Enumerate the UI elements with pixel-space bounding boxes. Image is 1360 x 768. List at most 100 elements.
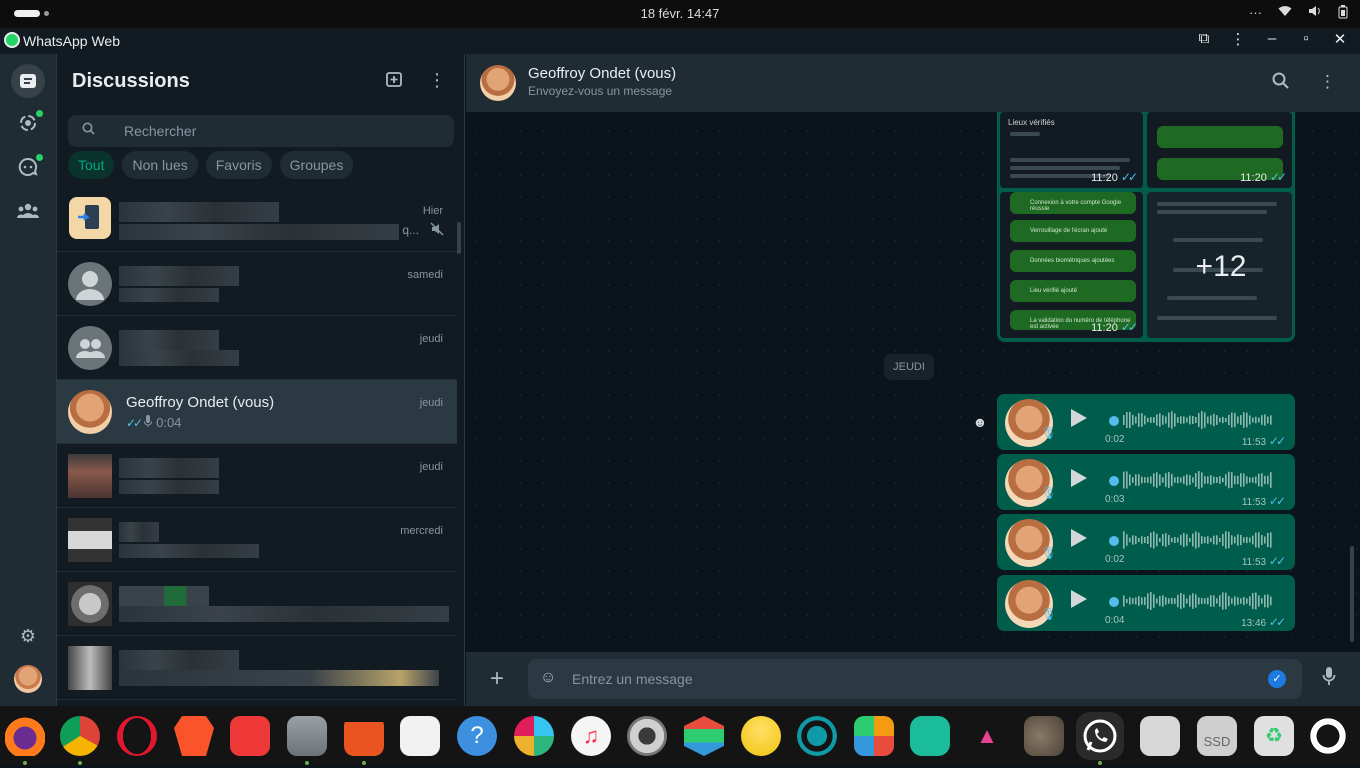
message-composer: + ☺ ✓ [466,652,1360,706]
files-app-icon[interactable] [287,716,327,756]
brave-app-icon[interactable] [174,716,214,756]
system-status-area[interactable]: ··· [1249,5,1348,22]
chat-row-6[interactable]: mercredi [57,508,457,572]
image-album-message[interactable]: Lieux vérifiés 11:20 ✓✓ 11:20 ✓✓ Connexi… [997,112,1295,342]
contact-name[interactable]: Geoffroy Ondet (vous) [528,65,676,82]
window-menu-icon[interactable]: ⋮ [1228,30,1248,48]
search-input[interactable] [124,121,424,141]
minimize-button[interactable]: – [1262,30,1282,48]
software-center-app-icon[interactable] [344,722,384,756]
firefox-app-icon[interactable] [5,716,45,756]
chat-row-7[interactable] [57,572,457,636]
spellcheck-extension-icon[interactable]: ✓ [1268,670,1286,688]
redacted-chat-preview [119,224,399,240]
profile-avatar[interactable] [14,665,42,693]
message-time: 11:20 ✓✓ [1240,170,1287,184]
album-image-2[interactable]: 11:20 ✓✓ [1147,112,1292,188]
sidebar-menu-icon[interactable]: ⋮ [428,70,446,93]
chat-row-5[interactable]: jeudi [57,444,457,508]
voice-message[interactable]: 🎙 0:03 11:53 ✓✓ [997,454,1295,510]
close-button[interactable]: ✕ [1330,30,1350,48]
voice-message[interactable]: 🎙 0:04 13:46 ✓✓ [997,575,1295,631]
overflow-menu-icon[interactable]: ··· [1249,5,1262,22]
playback-slider-knob[interactable] [1109,536,1119,546]
store-app-icon[interactable] [400,716,440,756]
play-button[interactable] [1071,590,1087,608]
chat-time: jeudi [419,333,443,345]
opera-app-icon[interactable] [117,716,157,756]
voice-mic-icon: 🎙 [1041,486,1057,500]
settings-app-icon[interactable] [627,716,667,756]
play-button[interactable] [1071,409,1087,427]
communities-nav-icon[interactable] [11,194,45,228]
audio-waveform[interactable] [1123,528,1273,552]
attach-plus-icon[interactable]: + [490,665,504,693]
album-image-3[interactable]: Connexion à votre compte Google réussie … [1000,192,1143,338]
chat-list: Hier q... samedi jeudi Geoffroy Ondet (v… [57,188,457,706]
gimp-app-icon[interactable] [1024,716,1064,756]
system-clock[interactable]: 18 févr. 14:47 [0,6,1360,21]
status-nav-icon[interactable] [11,106,45,140]
notes-app-icon[interactable] [741,716,781,756]
chat-row-2[interactable]: samedi [57,252,457,316]
voice-record-mic-icon[interactable] [1322,666,1336,692]
message-time: 11:53 ✓✓ [1241,494,1286,508]
kodi-app-icon[interactable] [854,716,894,756]
chat-row-3[interactable]: jeudi [57,316,457,380]
album-image-1[interactable]: Lieux vérifiés 11:20 ✓✓ [1000,112,1143,188]
play-button[interactable] [1071,469,1087,487]
chrome-app-icon[interactable] [60,716,100,756]
voice-message[interactable]: 🎙 0:02 11:53 ✓✓ [997,514,1295,570]
affinity-app-icon[interactable]: ▲ [967,716,1007,756]
conversation-header[interactable]: Geoffroy Ondet (vous) Envoyez-vous un me… [466,54,1360,112]
playback-slider-knob[interactable] [1109,476,1119,486]
sticker-emoji-icon[interactable]: ☺ [540,669,556,687]
conversation-menu-icon[interactable]: ⋮ [1319,72,1336,94]
message-input[interactable] [572,670,1232,688]
playback-slider-knob[interactable] [1109,416,1119,426]
whatsapp-app-icon[interactable] [1080,716,1120,756]
react-emoji-icon[interactable]: ☻ [970,412,990,432]
chat-row-self[interactable]: Geoffroy Ondet (vous) ✓✓ 0:04 jeudi [57,380,457,444]
filter-favorites[interactable]: Favoris [205,151,272,179]
help-app-icon[interactable]: ? [457,716,497,756]
search-in-chat-icon[interactable] [1272,72,1289,94]
audio-waveform[interactable] [1123,468,1273,492]
app-grid-icon[interactable] [1308,716,1348,756]
conversation-panel: Geoffroy Ondet (vous) Envoyez-vous un me… [466,54,1360,706]
trash-icon[interactable]: ♻ [1254,716,1294,756]
screen-recorder-app-icon[interactable] [797,716,837,756]
chat-avatar [69,197,111,239]
ssd-drive-icon[interactable]: SSD [1197,716,1237,756]
settings-gear-icon[interactable]: ⚙ [11,619,45,653]
filter-unread[interactable]: Non lues [122,151,198,179]
new-chat-icon[interactable] [386,70,404,93]
chat-list-scrollbar[interactable] [457,222,461,254]
slack-app-icon[interactable] [514,716,554,756]
more-images-count: +12 [1195,250,1247,283]
redacted-chat-preview [119,480,219,494]
album-more-images[interactable]: +12 [1147,192,1292,338]
vivaldi-app-icon[interactable] [230,716,270,756]
voice-message[interactable]: 🎙 0:02 11:53 ✓✓ [997,394,1295,450]
chats-nav-icon[interactable] [11,64,45,98]
chat-row-8[interactable] [57,636,457,700]
wifi-icon [1278,5,1292,22]
chat-row-1[interactable]: Hier q... [57,188,457,252]
storage-app-icon[interactable] [1140,716,1180,756]
conversation-scrollbar[interactable] [1350,546,1354,642]
play-button[interactable] [1071,529,1087,547]
layers-app-icon[interactable] [684,716,724,756]
channels-nav-icon[interactable] [11,150,45,184]
maximize-button[interactable]: ▫ [1296,30,1316,48]
extensions-icon[interactable]: ⧉ [1194,30,1214,48]
audio-waveform[interactable] [1123,408,1273,432]
playback-slider-knob[interactable] [1109,597,1119,607]
filter-groups[interactable]: Groupes [279,151,354,179]
message-time: 11:53 ✓✓ [1241,434,1286,448]
filter-all[interactable]: Tout [68,151,115,179]
audio-waveform[interactable] [1123,589,1273,613]
contact-avatar[interactable] [480,65,516,101]
pixelfed-app-icon[interactable] [910,716,950,756]
music-app-icon[interactable]: ♫ [571,716,611,756]
